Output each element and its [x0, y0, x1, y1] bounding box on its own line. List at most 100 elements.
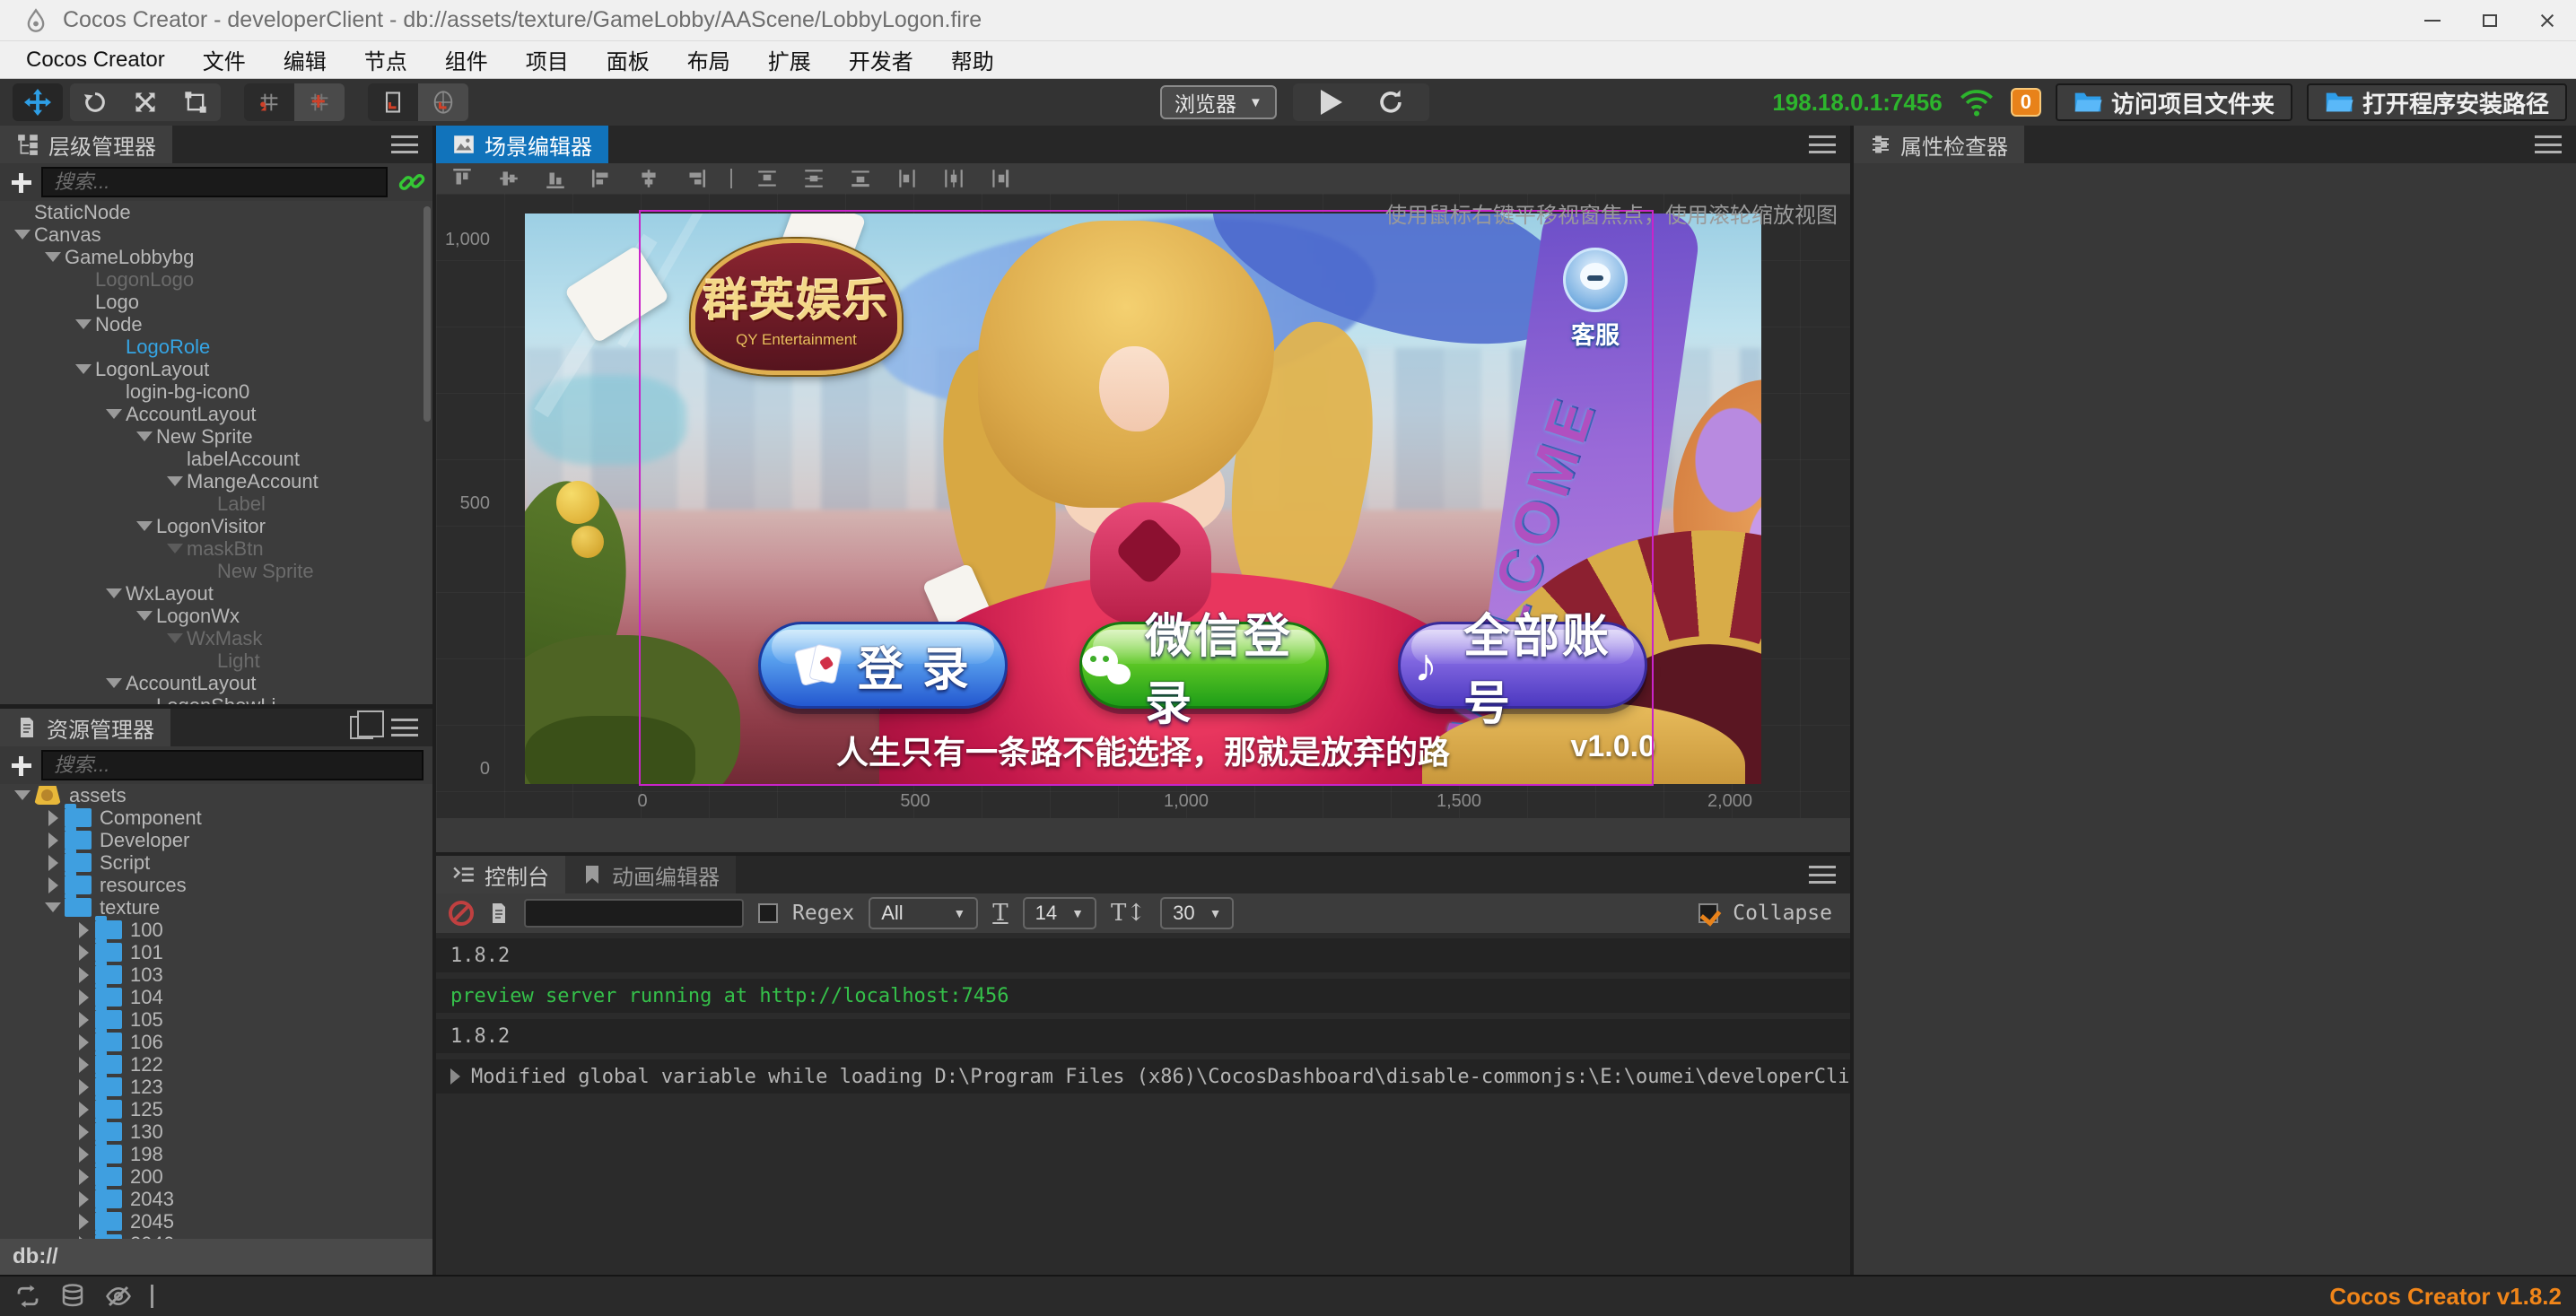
distribute-bottom-icon[interactable]: [849, 167, 872, 190]
menu-item[interactable]: 节点: [345, 41, 426, 78]
expand-arrow-icon[interactable]: [72, 1169, 95, 1185]
font-size-select[interactable]: 14 ▼: [1023, 897, 1096, 929]
log-entry[interactable]: preview server running at http://localho…: [436, 979, 1850, 1013]
menu-item[interactable]: 文件: [184, 41, 265, 78]
open-install-path-button[interactable]: 打开程序安装路径: [2307, 83, 2567, 121]
menu-item[interactable]: 扩展: [749, 41, 830, 78]
asset-node[interactable]: 100: [0, 919, 432, 941]
expand-arrow-icon[interactable]: [72, 989, 95, 1006]
scene-menu-icon[interactable]: [1809, 135, 1836, 153]
expand-arrow-icon[interactable]: [133, 521, 156, 531]
preview-target-dropdown[interactable]: 浏览器 ▼: [1160, 85, 1277, 119]
expand-arrow-icon[interactable]: [163, 544, 187, 553]
expand-arrow-icon[interactable]: [72, 967, 95, 983]
tree-node[interactable]: LogonWx: [0, 605, 432, 627]
expand-arrow-icon[interactable]: [133, 431, 156, 441]
expand-arrow-icon[interactable]: [72, 922, 95, 938]
distribute-left-icon[interactable]: [895, 167, 919, 190]
close-button[interactable]: [2519, 0, 2576, 40]
expand-arrow-icon[interactable]: [11, 790, 34, 800]
tree-node[interactable]: StaticNode: [0, 201, 432, 223]
asset-node[interactable]: 101: [0, 941, 432, 963]
assets-copy-icon[interactable]: [350, 716, 373, 739]
tree-node[interactable]: LogonVisitor: [0, 515, 432, 537]
tree-node[interactable]: Logo: [0, 291, 432, 313]
expand-arrow-icon[interactable]: [41, 810, 65, 826]
menu-item[interactable]: 组件: [426, 41, 507, 78]
log-entry[interactable]: 1.8.2: [436, 938, 1850, 972]
hierarchy-scrollbar[interactable]: [424, 206, 431, 422]
notification-badge[interactable]: 0: [2011, 88, 2041, 117]
expand-arrow-icon[interactable]: [102, 678, 126, 688]
add-asset-button[interactable]: [0, 746, 41, 784]
menu-item[interactable]: Cocos Creator: [7, 41, 184, 78]
align-left-icon[interactable]: [590, 167, 614, 190]
expand-arrow-icon[interactable]: [41, 877, 65, 893]
world-coord-button[interactable]: [418, 83, 468, 121]
hierarchy-search-input[interactable]: [41, 167, 388, 197]
asset-node[interactable]: 106: [0, 1031, 432, 1053]
menu-item[interactable]: 开发者: [830, 41, 932, 78]
tree-node[interactable]: MangeAccount: [0, 470, 432, 492]
tree-node[interactable]: login-bg-icon0: [0, 380, 432, 403]
regex-checkbox[interactable]: [758, 903, 778, 923]
tree-node[interactable]: AccountLayout: [0, 672, 432, 694]
pivot-mode-button[interactable]: [244, 83, 294, 121]
move-tool-button[interactable]: [13, 83, 63, 121]
tab-console[interactable]: 控制台: [436, 856, 565, 893]
tab-hierarchy[interactable]: 层级管理器: [0, 126, 172, 163]
inspector-menu-icon[interactable]: [2535, 135, 2562, 153]
tree-node[interactable]: New Sprite: [0, 560, 432, 582]
local-coord-button[interactable]: [368, 83, 418, 121]
minimize-button[interactable]: [2404, 0, 2461, 40]
expand-arrow-icon[interactable]: [41, 832, 65, 849]
log-entry[interactable]: 1.8.2: [436, 1019, 1850, 1053]
menu-item[interactable]: 帮助: [932, 41, 1013, 78]
link-scene-icon[interactable]: [397, 167, 427, 197]
tree-node[interactable]: GameLobbybg: [0, 246, 432, 268]
anchor-mode-button[interactable]: [294, 83, 345, 121]
asset-node[interactable]: 198: [0, 1143, 432, 1165]
assets-search-input[interactable]: [41, 750, 424, 780]
expand-arrow-icon[interactable]: [72, 1124, 95, 1140]
open-project-folder-button[interactable]: 访问项目文件夹: [2056, 83, 2292, 121]
expand-arrow-icon[interactable]: [102, 588, 126, 598]
asset-node[interactable]: 2045: [0, 1210, 432, 1233]
tree-node[interactable]: Label: [0, 492, 432, 515]
asset-node[interactable]: 200: [0, 1165, 432, 1188]
tree-node[interactable]: AccountLayout: [0, 403, 432, 425]
tab-inspector[interactable]: 属性检查器: [1854, 126, 2024, 163]
expand-arrow-icon[interactable]: [41, 855, 65, 871]
expand-arrow-icon[interactable]: [72, 1214, 95, 1230]
align-center-icon[interactable]: [637, 167, 660, 190]
align-right-icon[interactable]: [684, 167, 707, 190]
distribute-right-icon[interactable]: [989, 167, 1012, 190]
menu-item[interactable]: 布局: [668, 41, 749, 78]
tree-node[interactable]: WxLayout: [0, 582, 432, 605]
menu-item[interactable]: 面板: [588, 41, 668, 78]
assets-menu-icon[interactable]: [391, 719, 418, 736]
console-filter-input[interactable]: [524, 899, 744, 928]
open-log-file-icon[interactable]: [488, 901, 510, 926]
expand-arrow-icon[interactable]: [72, 1191, 95, 1207]
asset-node[interactable]: 105: [0, 1008, 432, 1031]
align-bottom-icon[interactable]: [544, 167, 567, 190]
expand-arrow-icon[interactable]: [72, 1012, 95, 1028]
asset-node[interactable]: 104: [0, 986, 432, 1008]
database-icon[interactable]: [59, 1283, 86, 1310]
tab-assets[interactable]: 资源管理器: [0, 709, 170, 746]
scale-tool-button[interactable]: [120, 83, 170, 121]
tree-node[interactable]: LogonLogo: [0, 268, 432, 291]
expand-arrow-icon[interactable]: [72, 1034, 95, 1050]
expand-arrow-icon[interactable]: [72, 1146, 95, 1163]
tab-animation-editor[interactable]: 动画编辑器: [565, 856, 736, 893]
distribute-middle-icon[interactable]: [802, 167, 825, 190]
align-top-icon[interactable]: [450, 167, 474, 190]
hierarchy-menu-icon[interactable]: [391, 135, 418, 153]
tree-node[interactable]: Canvas: [0, 223, 432, 246]
asset-node[interactable]: 123: [0, 1076, 432, 1098]
tree-node[interactable]: Light: [0, 649, 432, 672]
expand-arrow-icon[interactable]: [72, 1057, 95, 1073]
log-level-select[interactable]: All ▼: [869, 897, 978, 929]
expand-arrow-icon[interactable]: [72, 1079, 95, 1095]
